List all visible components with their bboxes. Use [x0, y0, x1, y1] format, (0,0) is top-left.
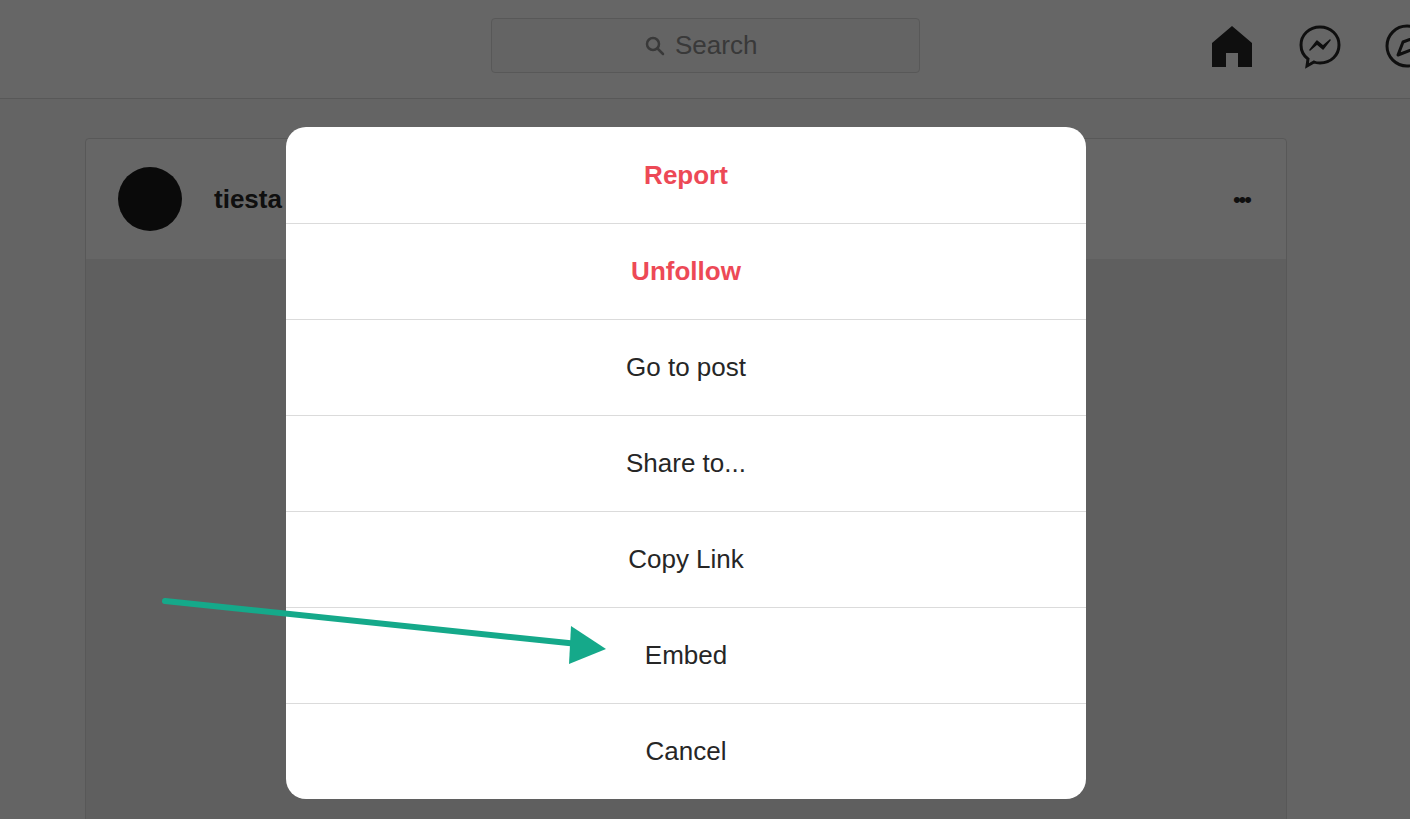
- menu-item-label: Share to...: [626, 444, 746, 483]
- menu-item-label: Report: [644, 156, 728, 195]
- menu-item-label: Unfollow: [631, 252, 741, 291]
- post-options-menu: Report Unfollow Go to post Share to... Copy …: [286, 127, 1086, 799]
- arrow-annotation-icon: [0, 0, 1410, 819]
- menu-item[interactable]: Embed: [286, 607, 1086, 703]
- menu-item[interactable]: Copy Link: [286, 511, 1086, 607]
- menu-item-label: Embed: [645, 636, 727, 675]
- menu-item[interactable]: Cancel: [286, 703, 1086, 799]
- menu-item-label: Cancel: [646, 732, 727, 771]
- menu-item[interactable]: Unfollow: [286, 223, 1086, 319]
- menu-item[interactable]: Report: [286, 127, 1086, 223]
- menu-item[interactable]: Go to post: [286, 319, 1086, 415]
- menu-item[interactable]: Share to...: [286, 415, 1086, 511]
- menu-item-label: Copy Link: [628, 540, 744, 579]
- menu-item-label: Go to post: [626, 348, 746, 387]
